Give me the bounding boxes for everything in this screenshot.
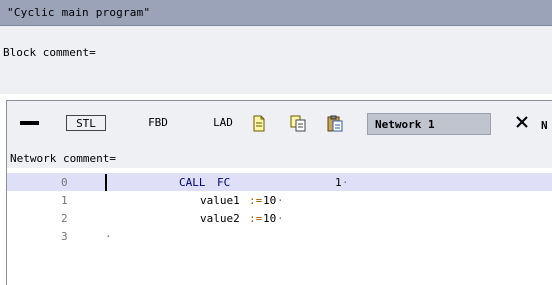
whitespace-marker: · bbox=[342, 176, 349, 189]
operand: FC bbox=[217, 176, 231, 189]
block-title-bar[interactable]: "Cyclic main program" bbox=[0, 0, 552, 26]
network-panel: STL FBD LAD Network 1 N Network comment=… bbox=[6, 100, 552, 285]
line-number: 1 bbox=[61, 194, 68, 207]
stl-view-button[interactable]: STL bbox=[66, 115, 106, 131]
whitespace-marker: · bbox=[277, 212, 284, 225]
fbd-view-button[interactable]: FBD bbox=[142, 115, 174, 131]
minimize-icon[interactable] bbox=[20, 121, 39, 125]
whitespace-marker: · bbox=[277, 194, 284, 207]
code-line[interactable]: 3 · bbox=[7, 227, 552, 245]
block-comment-area[interactable]: Block comment= bbox=[0, 26, 552, 94]
assign-operator: := bbox=[249, 194, 263, 207]
network-comment-label: Network comment= bbox=[10, 152, 116, 165]
stl-code-editor[interactable]: 0 CALL FC 1 · 1 value1 := 10 · 2 value2 … bbox=[7, 169, 552, 285]
copy-icon[interactable] bbox=[290, 115, 306, 132]
network-title: Network 1 bbox=[375, 118, 435, 131]
truncated-toolbar-label: N bbox=[541, 119, 548, 132]
parameter-name: value1 bbox=[200, 194, 240, 207]
whitespace-marker: · bbox=[105, 230, 112, 243]
block-title: "Cyclic main program" bbox=[7, 6, 151, 19]
line-number: 2 bbox=[61, 212, 68, 225]
parameter-value: 10 bbox=[263, 194, 277, 207]
instruction: CALL bbox=[179, 176, 206, 189]
network-title-field[interactable]: Network 1 bbox=[367, 113, 491, 135]
code-line[interactable]: 0 CALL FC 1 · bbox=[7, 173, 552, 191]
lad-view-button[interactable]: LAD bbox=[207, 115, 239, 131]
close-icon[interactable] bbox=[515, 115, 529, 129]
block-comment-label: Block comment= bbox=[3, 46, 96, 59]
network-toolbar: STL FBD LAD Network 1 N bbox=[7, 101, 552, 141]
network-comment-area[interactable]: Network comment= bbox=[7, 141, 552, 168]
assign-operator: := bbox=[249, 212, 263, 225]
parameter-name: value2 bbox=[200, 212, 240, 225]
line-number: 0 bbox=[61, 176, 68, 189]
code-line[interactable]: 2 value2 := 10 · bbox=[7, 209, 552, 227]
paste-icon[interactable] bbox=[327, 115, 343, 132]
line-number: 3 bbox=[61, 230, 68, 243]
code-line[interactable]: 1 value1 := 10 · bbox=[7, 191, 552, 209]
new-network-icon[interactable] bbox=[251, 115, 267, 132]
operand-value: 1 bbox=[335, 176, 342, 189]
text-cursor bbox=[105, 174, 107, 191]
parameter-value: 10 bbox=[263, 212, 277, 225]
